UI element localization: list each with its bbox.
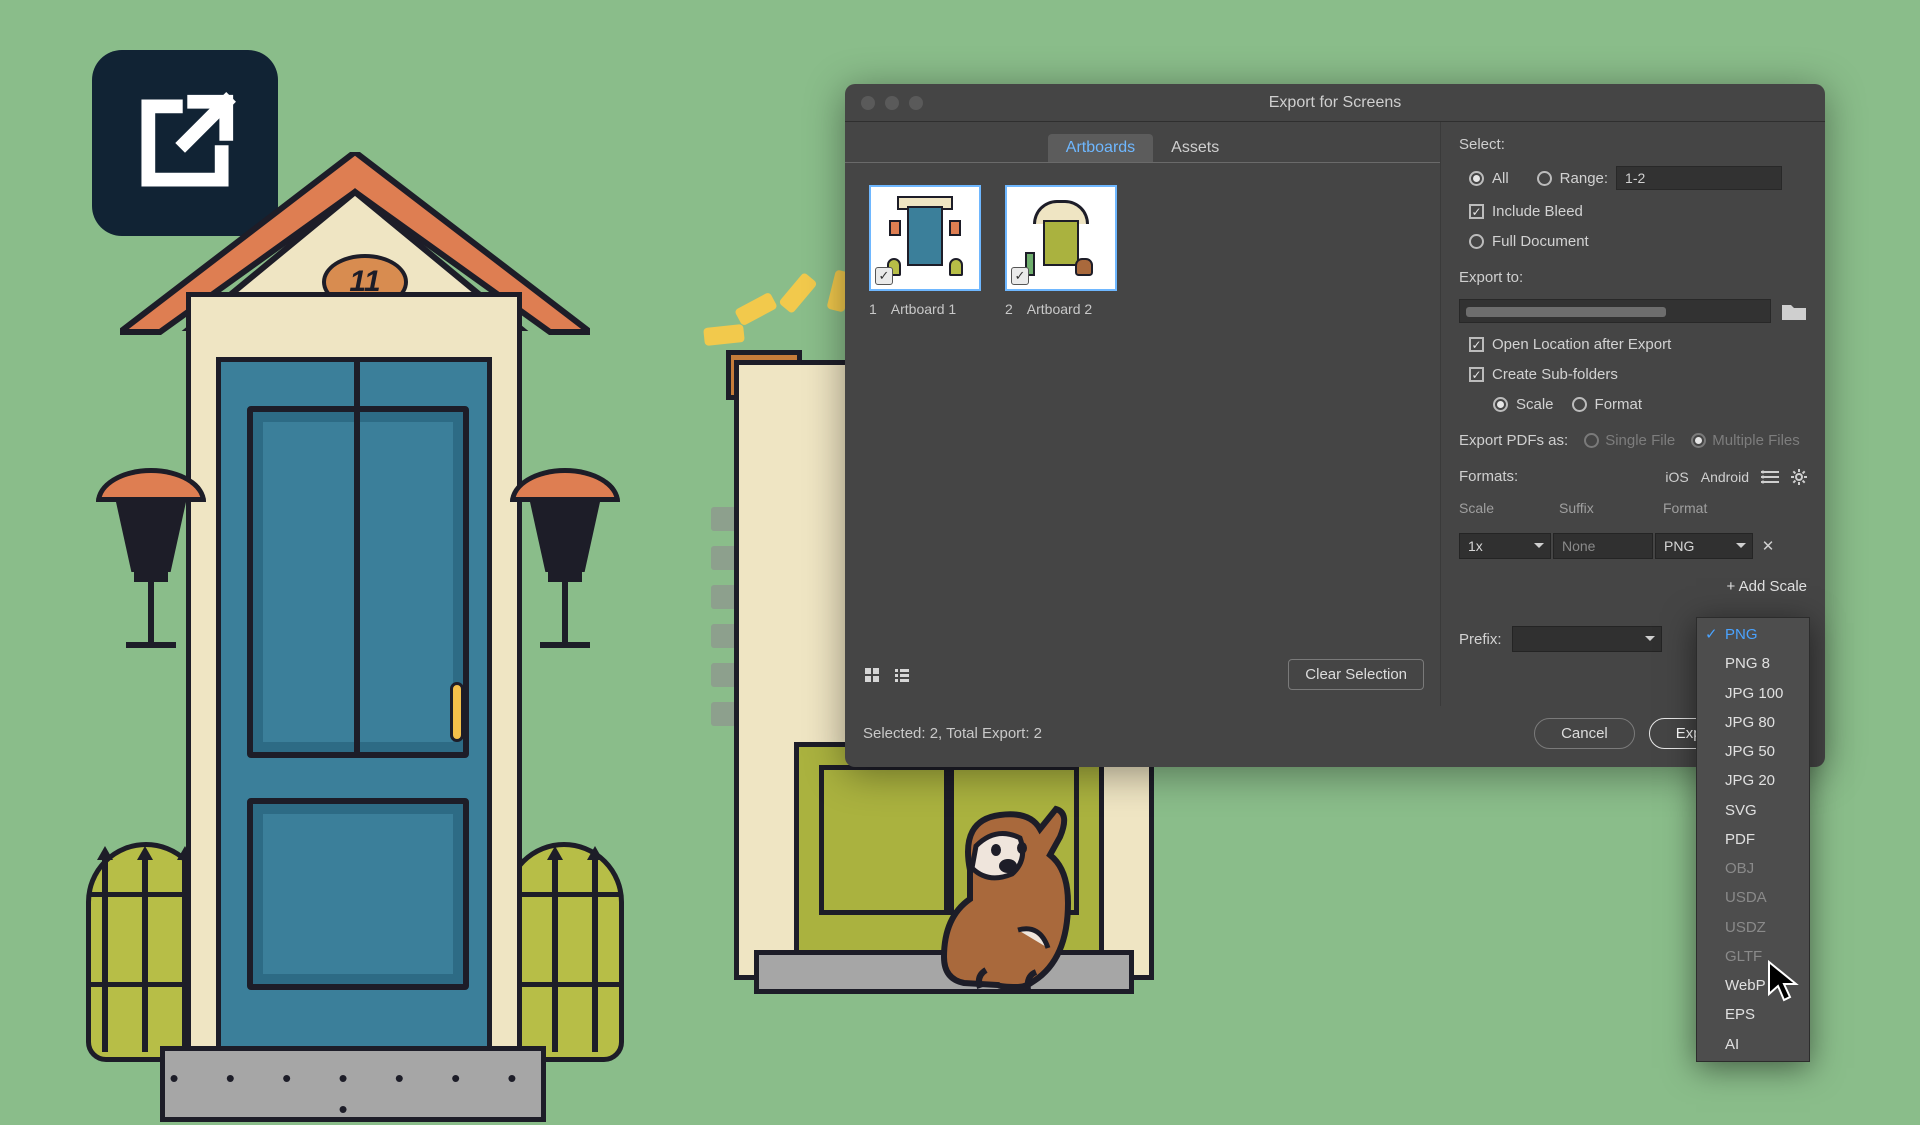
format-option: USDZ [1697, 913, 1809, 942]
browse-folder-icon[interactable] [1781, 301, 1807, 321]
subfolder-scale-label: Scale [1516, 396, 1554, 413]
radio-pdf-single [1584, 433, 1599, 448]
tab-artboards[interactable]: Artboards [1048, 134, 1153, 162]
checkbox-include-bleed[interactable] [1469, 204, 1484, 219]
suffix-input[interactable]: None [1553, 533, 1653, 559]
export-to-label: Export to: [1459, 269, 1807, 286]
view-list-icon[interactable] [891, 664, 913, 686]
thumbnail-index: 1 [869, 301, 877, 317]
tab-assets[interactable]: Assets [1153, 134, 1237, 162]
selection-status: Selected: 2, Total Export: 2 [863, 725, 1042, 742]
format-option[interactable]: JPG 50 [1697, 737, 1809, 766]
format-option[interactable]: PDF [1697, 825, 1809, 854]
prefix-input[interactable] [1512, 626, 1662, 652]
select-label: Select: [1459, 136, 1807, 153]
checkbox-create-subfolders[interactable] [1469, 367, 1484, 382]
illustration-house-1: 11 [60, 152, 650, 1032]
open-location-label: Open Location after Export [1492, 336, 1671, 353]
pdf-multiple-label: Multiple Files [1712, 432, 1800, 449]
artboard-thumbnail[interactable]: ✓ 1 Artboard 1 [869, 185, 981, 317]
formats-settings-icon[interactable] [1791, 469, 1807, 485]
subfolder-format-label: Format [1595, 396, 1643, 413]
format-option: USDA [1697, 883, 1809, 912]
preset-android-button[interactable]: Android [1701, 469, 1749, 485]
thumbnail-name: Artboard 2 [1027, 301, 1092, 317]
radio-select-all[interactable] [1469, 171, 1484, 186]
radio-full-document[interactable] [1469, 234, 1484, 249]
export-path-field[interactable] [1459, 299, 1771, 323]
format-option[interactable]: JPG 20 [1697, 766, 1809, 795]
thumbnail-checkbox[interactable]: ✓ [1011, 267, 1029, 285]
col-suffix-label: Suffix [1559, 500, 1663, 516]
format-option[interactable]: JPG 80 [1697, 708, 1809, 737]
illustration-dog [910, 800, 1090, 1000]
thumbnail-checkbox[interactable]: ✓ [875, 267, 893, 285]
radio-range-label: Range: [1560, 170, 1608, 187]
dialog-titlebar[interactable]: Export for Screens [845, 84, 1825, 122]
formats-label: Formats: [1459, 468, 1518, 485]
thumbnail-name: Artboard 1 [891, 301, 956, 317]
col-scale-label: Scale [1459, 500, 1559, 516]
pdf-single-label: Single File [1605, 432, 1675, 449]
thumbnail-index: 2 [1005, 301, 1013, 317]
format-dropdown[interactable]: PNG [1655, 533, 1753, 559]
scale-dropdown[interactable]: 1x [1459, 533, 1551, 559]
full-document-label: Full Document [1492, 233, 1589, 250]
checkbox-open-location[interactable] [1469, 337, 1484, 352]
mouse-cursor-icon [1766, 960, 1802, 1002]
format-option: OBJ [1697, 854, 1809, 883]
include-bleed-label: Include Bleed [1492, 203, 1583, 220]
artboard-thumbnail[interactable]: ✓ 2 Artboard 2 [1005, 185, 1117, 317]
range-input[interactable] [1616, 166, 1782, 190]
create-subfolders-label: Create Sub-folders [1492, 366, 1618, 383]
col-format-label: Format [1663, 500, 1763, 516]
export-for-screens-dialog: Export for Screens Artboards Assets ✓ 1 Ar… [845, 84, 1825, 767]
radio-pdf-multiple [1691, 433, 1706, 448]
clear-selection-button[interactable]: Clear Selection [1288, 659, 1424, 690]
view-grid-icon[interactable] [861, 664, 883, 686]
cancel-button[interactable]: Cancel [1534, 718, 1635, 749]
radio-subfolder-scale[interactable] [1493, 397, 1508, 412]
add-scale-button[interactable]: + Add Scale [1459, 578, 1807, 595]
format-option[interactable]: SVG [1697, 796, 1809, 825]
format-option[interactable]: EPS [1697, 1000, 1809, 1029]
radio-select-range[interactable] [1537, 171, 1552, 186]
formats-list-icon[interactable] [1761, 470, 1779, 484]
preset-ios-button[interactable]: iOS [1665, 469, 1688, 485]
format-option[interactable]: PNG [1697, 620, 1809, 649]
remove-format-row-icon[interactable]: ✕ [1755, 533, 1781, 559]
radio-all-label: All [1492, 170, 1509, 187]
format-option[interactable]: JPG 100 [1697, 679, 1809, 708]
radio-subfolder-format[interactable] [1572, 397, 1587, 412]
dialog-title: Export for Screens [845, 94, 1825, 112]
prefix-label: Prefix: [1459, 631, 1502, 648]
format-option[interactable]: PNG 8 [1697, 649, 1809, 678]
export-pdfs-label: Export PDFs as: [1459, 432, 1568, 449]
format-option[interactable]: AI [1697, 1030, 1809, 1059]
